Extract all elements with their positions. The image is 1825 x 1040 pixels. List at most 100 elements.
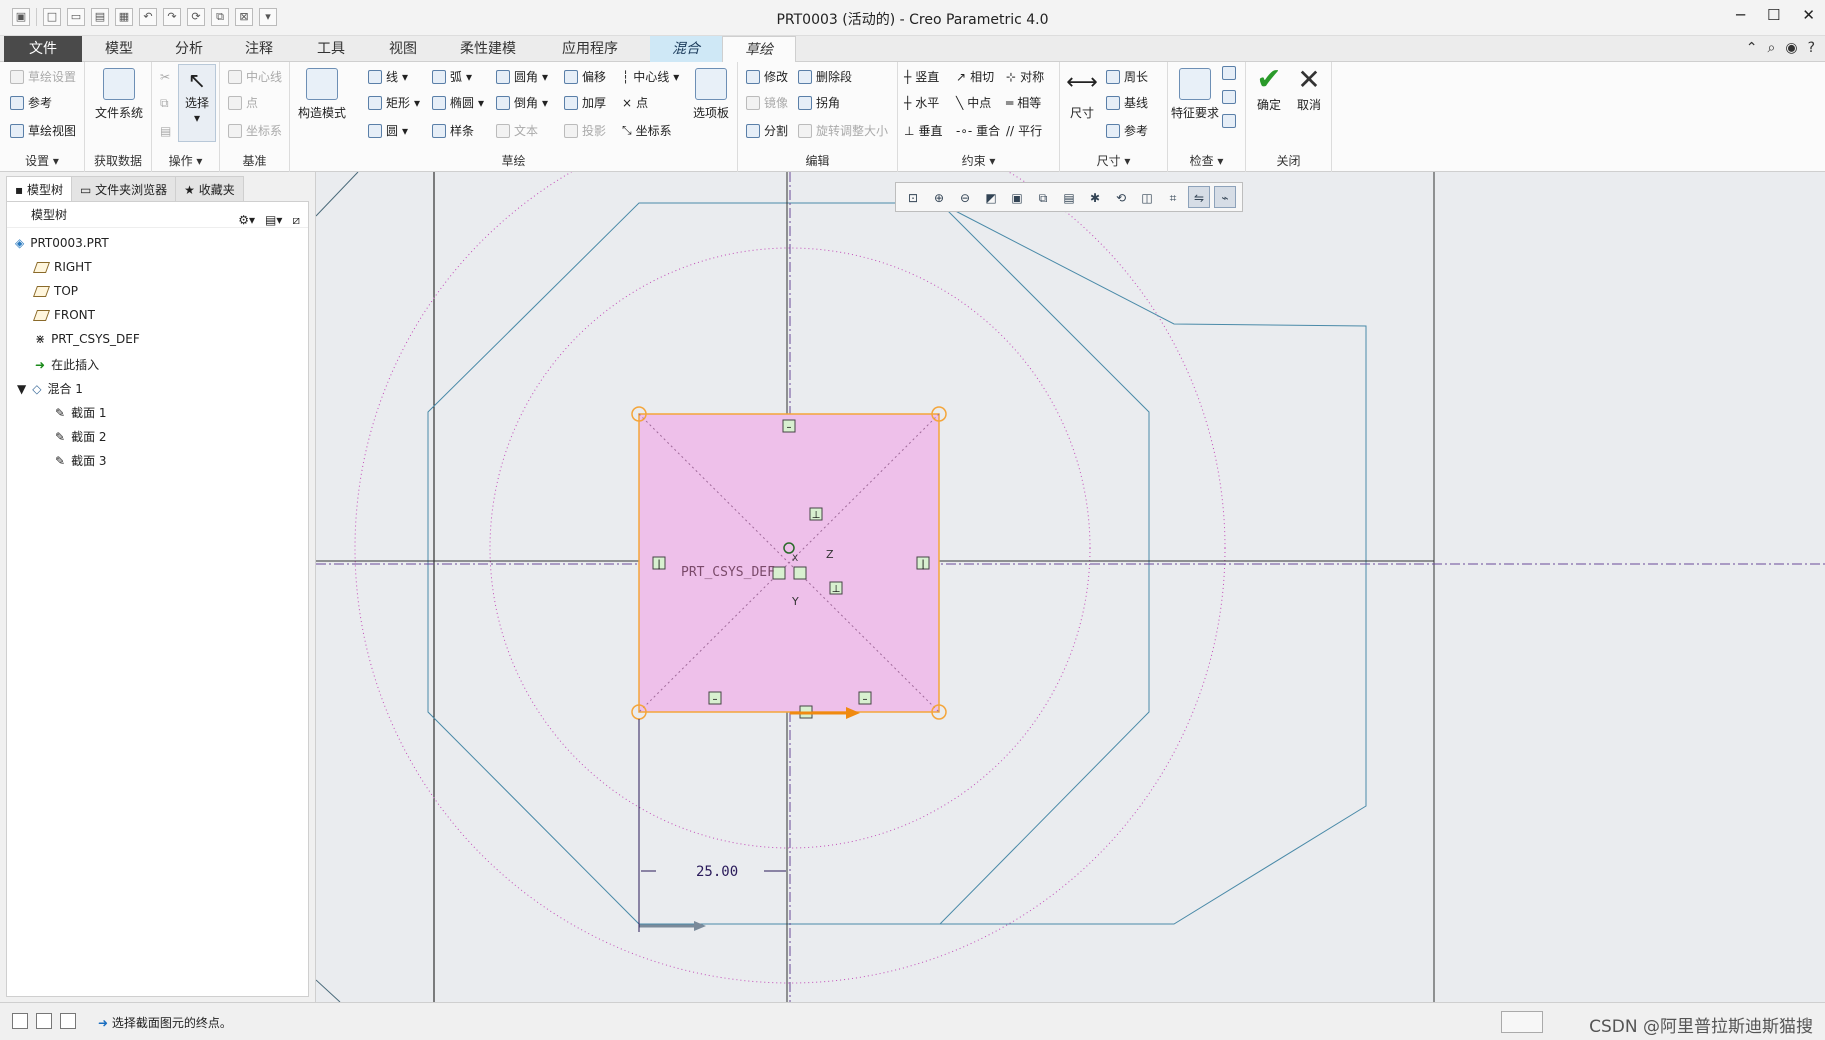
tab-folder-browser[interactable]: ▭ 文件夹浏览器: [70, 176, 177, 202]
divide-button[interactable]: 分割: [746, 122, 788, 139]
tab-file[interactable]: 文件: [4, 36, 82, 62]
fillet-button[interactable]: 圆角 ▾: [496, 68, 548, 85]
palette-button[interactable]: 选项板: [688, 68, 734, 121]
mirror-button[interactable]: 镜像: [746, 94, 788, 111]
minimize-button[interactable]: ─: [1736, 6, 1745, 24]
equal-button[interactable]: ═ 相等: [1006, 94, 1041, 111]
expand-icon[interactable]: ▼: [17, 382, 26, 396]
tree-item-section-1[interactable]: ✎ 截面 1: [55, 404, 107, 421]
select-button[interactable]: ↖ 选择 ▾: [178, 64, 216, 142]
filter-icon[interactable]: ⧄: [292, 207, 300, 233]
line-button[interactable]: 线 ▾: [368, 68, 408, 85]
tab-tools[interactable]: 工具: [296, 36, 366, 62]
tab-analysis[interactable]: 分析: [154, 36, 224, 62]
tab-annotate[interactable]: 注释: [224, 36, 294, 62]
dimension-25[interactable]: 25.00: [638, 719, 786, 932]
tree-item-section-3[interactable]: ✎ 截面 3: [55, 452, 107, 469]
offset-button[interactable]: 偏移: [564, 68, 606, 85]
browser-toggle-icon[interactable]: [36, 1013, 52, 1029]
sketch-view-button[interactable]: 草绘视图: [10, 122, 76, 139]
baseline-button[interactable]: 基线: [1106, 94, 1148, 111]
show-icon[interactable]: ▤▾: [265, 207, 282, 233]
group-label-operations[interactable]: 操作 ▾: [152, 152, 219, 169]
view-manager-icon[interactable]: ▤: [1058, 186, 1080, 208]
repaint-icon[interactable]: ◩: [980, 186, 1002, 208]
arc-button[interactable]: 弧 ▾: [432, 68, 472, 85]
overlapping-icon[interactable]: [1222, 66, 1236, 80]
group-label-dimension[interactable]: 尺寸 ▾: [1060, 152, 1167, 169]
group-label-constrain[interactable]: 约束 ▾: [898, 152, 1059, 169]
tree-item-insert-here[interactable]: ➜ 在此插入: [35, 356, 99, 373]
parallel-button[interactable]: //平行: [1006, 122, 1042, 139]
tab-blend[interactable]: 混合: [650, 36, 722, 62]
tab-view[interactable]: 视图: [368, 36, 438, 62]
tab-sketch[interactable]: 草绘: [722, 36, 796, 63]
copy-icon[interactable]: ⧉: [160, 96, 169, 111]
datum-display-icon[interactable]: ✱: [1084, 186, 1106, 208]
datum-centerline-button[interactable]: 中心线: [228, 68, 282, 85]
symmetric-button[interactable]: ⊹ 对称: [1006, 68, 1044, 85]
midpoint-button[interactable]: ╲ 中点: [956, 94, 991, 111]
tree-item-blend[interactable]: ▼ ◇ 混合 1: [17, 380, 83, 397]
horizontal-button[interactable]: ┼ 水平: [904, 94, 939, 111]
datum-csys-button[interactable]: 坐标系: [228, 122, 282, 139]
datum-point-button[interactable]: 点: [228, 94, 258, 111]
tree-item-section-2[interactable]: ✎ 截面 2: [55, 428, 107, 445]
references-button[interactable]: 参考: [10, 94, 52, 111]
feature-requirements-button[interactable]: 特征要求: [1170, 68, 1220, 121]
selection-filter[interactable]: [1501, 1011, 1543, 1033]
dimension-value[interactable]: 25.00: [696, 864, 738, 880]
tab-favorites[interactable]: ★ 收藏夹: [175, 176, 244, 202]
perimeter-button[interactable]: 周长: [1106, 68, 1148, 85]
graphics-area[interactable]: – | | – – ⊥ ⊥ PRT_CSYS_DEF Z Y X 25.00: [316, 172, 1825, 1002]
tree-item-right[interactable]: RIGHT: [32, 260, 92, 274]
thicken-button[interactable]: 加厚: [564, 94, 606, 111]
navigator-toggle-icon[interactable]: [12, 1013, 28, 1029]
construction-mode-button[interactable]: 构造模式: [294, 68, 350, 121]
point-button[interactable]: × 点: [622, 94, 648, 111]
full-screen-icon[interactable]: [60, 1013, 76, 1029]
sketch-canvas[interactable]: – | | – – ⊥ ⊥ PRT_CSYS_DEF Z Y X 25.00: [316, 172, 1825, 1002]
tangent-button[interactable]: ↗ 相切: [956, 68, 994, 85]
group-label-setup[interactable]: 设置 ▾: [0, 152, 84, 169]
csys-button[interactable]: ⤡ 坐标系: [622, 122, 672, 139]
tree-item-front[interactable]: FRONT: [32, 308, 95, 322]
circle-button[interactable]: 圆 ▾: [368, 122, 408, 139]
cut-icon[interactable]: ✂: [160, 70, 170, 84]
tab-flexible-modeling[interactable]: 柔性建模: [440, 36, 536, 62]
vertical-button[interactable]: ┼ 竖直: [904, 68, 939, 85]
coincident-button[interactable]: -∘- 重合: [956, 122, 1000, 139]
zoom-in-icon[interactable]: ⊕: [928, 186, 950, 208]
sketcher-display-icon[interactable]: ⌗: [1162, 186, 1184, 208]
ok-button[interactable]: ✔ 确定: [1250, 64, 1288, 113]
constraint-display-icon[interactable]: ⇋: [1188, 186, 1210, 208]
tab-model-tree[interactable]: ▪ 模型树: [6, 176, 72, 202]
settings-icon[interactable]: ⚙▾: [238, 207, 255, 233]
centerline-button[interactable]: ┆ 中心线 ▾: [622, 68, 679, 85]
tab-applications[interactable]: 应用程序: [542, 36, 638, 62]
shade-closed-icon[interactable]: [1222, 90, 1236, 104]
collapse-ribbon-icon[interactable]: ⌃: [1746, 40, 1758, 56]
rectangle-button[interactable]: 矩形 ▾: [368, 94, 420, 111]
perpendicular-button[interactable]: ⊥ 垂直: [904, 122, 942, 139]
spin-center-icon[interactable]: ⟲: [1110, 186, 1132, 208]
annotation-display-icon[interactable]: ◫: [1136, 186, 1158, 208]
file-system-button[interactable]: 文件系统: [89, 68, 149, 121]
project-button[interactable]: 投影: [564, 122, 606, 139]
delete-segment-button[interactable]: 删除段: [798, 68, 852, 85]
sketch-setup-button[interactable]: 草绘设置: [10, 68, 76, 85]
dimension-button[interactable]: ⟷ 尺寸: [1064, 68, 1100, 121]
ellipse-button[interactable]: 椭圆 ▾: [432, 94, 484, 111]
refit-icon[interactable]: ⊡: [902, 186, 924, 208]
chamfer-button[interactable]: 倒角 ▾: [496, 94, 548, 111]
highlight-open-icon[interactable]: [1222, 114, 1236, 128]
modify-button[interactable]: 修改: [746, 68, 788, 85]
paste-icon[interactable]: ▤: [160, 124, 171, 138]
saved-orientations-icon[interactable]: ⧉: [1032, 186, 1054, 208]
text-button[interactable]: 文本: [496, 122, 538, 139]
maximize-button[interactable]: ☐: [1767, 6, 1780, 24]
rotate-resize-button[interactable]: 旋转调整大小: [798, 122, 888, 139]
spline-button[interactable]: 样条: [432, 122, 474, 139]
reference-dimension-button[interactable]: 参考: [1106, 122, 1148, 139]
tree-item-csys[interactable]: ⋇ PRT_CSYS_DEF: [35, 332, 140, 346]
